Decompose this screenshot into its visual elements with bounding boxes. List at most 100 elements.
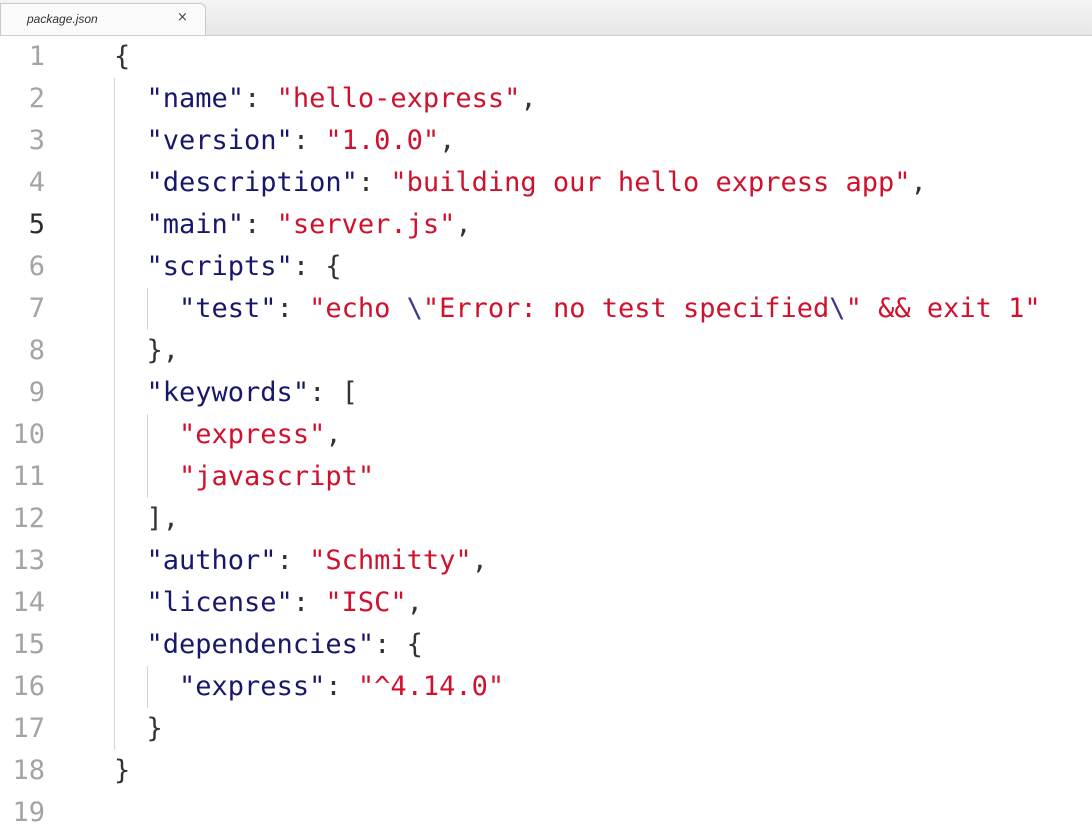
- close-brace: }: [146, 713, 163, 744]
- json-string: "Error: no test specified: [422, 293, 830, 324]
- indent-guide: [114, 414, 115, 456]
- indent-guide: [114, 162, 115, 204]
- json-key: "test": [179, 293, 277, 324]
- indent-guide: [114, 330, 115, 372]
- indent-guide: [114, 204, 115, 246]
- indent-guide: [147, 666, 148, 708]
- line-number: 12: [12, 503, 45, 534]
- code-line: "version": "1.0.0",: [114, 120, 1092, 162]
- key-separator: :: [309, 377, 342, 408]
- comma: ,: [439, 125, 456, 156]
- code-line: "author": "Schmitty",: [114, 540, 1092, 582]
- line-number-gutter: 1 2 3 4 5 6 7 8 9 10 11 12 13 14 15 16 1…: [0, 36, 62, 834]
- code-line-current: "main": "server.js",: [114, 204, 1092, 246]
- open-brace: {: [114, 41, 131, 72]
- code-line: }: [114, 708, 1092, 750]
- line-number: 17: [12, 713, 45, 744]
- open-bracket: [: [341, 377, 358, 408]
- json-key: "version": [146, 125, 293, 156]
- json-key: "express": [179, 671, 326, 702]
- indent-guide: [147, 288, 148, 330]
- line-number: 3: [28, 125, 45, 156]
- escape-char: \: [829, 293, 846, 324]
- key-separator: :: [357, 167, 391, 198]
- tab-title: package.json: [27, 12, 98, 26]
- line-number: 11: [12, 461, 45, 492]
- indent-guide: [114, 456, 115, 498]
- line-number: 1: [28, 41, 45, 72]
- line-number: 13: [12, 545, 45, 576]
- line-number-current: 5: [28, 209, 45, 240]
- code-line: "scripts": {: [114, 246, 1092, 288]
- tab-package-json[interactable]: package.json ×: [0, 3, 206, 35]
- tab-bar: package.json ×: [0, 0, 1092, 36]
- json-string: " && exit 1": [845, 293, 1041, 324]
- code-line: "license": "ISC",: [114, 582, 1092, 624]
- code-line: "name": "hello-express",: [114, 78, 1092, 120]
- code-line: },: [114, 330, 1092, 372]
- indent-guide: [114, 498, 115, 540]
- code-editor[interactable]: 1 2 3 4 5 6 7 8 9 10 11 12 13 14 15 16 1…: [0, 36, 1092, 839]
- indent-guide: [114, 624, 115, 666]
- code-line: "express": "^4.14.0": [114, 666, 1092, 708]
- close-brace: },: [146, 335, 180, 366]
- json-key: "author": [146, 545, 277, 576]
- line-number: 4: [28, 167, 45, 198]
- json-key: "license": [146, 587, 293, 618]
- indent-guide: [114, 288, 115, 330]
- line-number: 18: [12, 755, 45, 786]
- key-separator: :: [244, 209, 277, 240]
- code-line: {: [114, 36, 1092, 78]
- line-number: 10: [12, 419, 45, 450]
- line-number: 16: [12, 671, 45, 702]
- comma: ,: [471, 545, 488, 576]
- code-line: "javascript": [114, 456, 1092, 498]
- key-separator: :: [292, 251, 326, 282]
- indent-guide: [114, 120, 115, 162]
- escape-char: \: [406, 293, 423, 324]
- indent-guide: [114, 372, 115, 414]
- json-string: "^4.14.0": [357, 671, 505, 702]
- line-number: 14: [12, 587, 45, 618]
- indent-guide: [147, 414, 148, 456]
- key-separator: :: [244, 83, 277, 114]
- line-number: 19: [12, 797, 45, 828]
- key-separator: :: [292, 587, 326, 618]
- comma: ,: [325, 419, 342, 450]
- json-string: "express": [179, 419, 326, 450]
- json-key: "keywords": [146, 377, 310, 408]
- indent-guide: [114, 582, 115, 624]
- code-area[interactable]: { "name": "hello-express", "version": "1…: [114, 36, 1092, 834]
- line-number: 9: [28, 377, 45, 408]
- comma: ,: [406, 587, 423, 618]
- comma: ,: [910, 167, 927, 198]
- json-string: "javascript": [179, 461, 375, 492]
- indent-guide: [114, 246, 115, 288]
- key-separator: :: [276, 293, 310, 324]
- json-key: "description": [146, 167, 358, 198]
- indent-guide: [114, 666, 115, 708]
- comma: ,: [455, 209, 472, 240]
- json-string: "1.0.0": [325, 125, 440, 156]
- json-string: "hello-express": [276, 83, 521, 114]
- indent-guide: [114, 708, 115, 750]
- close-brace: }: [114, 755, 131, 786]
- json-string: "ISC": [325, 587, 407, 618]
- indent-guide: [147, 456, 148, 498]
- line-number: 2: [28, 83, 45, 114]
- line-number: 8: [28, 335, 45, 366]
- key-separator: :: [374, 629, 407, 660]
- close-icon[interactable]: ×: [177, 10, 188, 26]
- json-key: "dependencies": [146, 629, 375, 660]
- code-line: "test": "echo \"Error: no test specified…: [114, 288, 1092, 330]
- open-brace: {: [406, 629, 423, 660]
- key-separator: :: [325, 671, 358, 702]
- json-string: "building our hello express app": [390, 167, 911, 198]
- line-number: 6: [28, 251, 45, 282]
- key-separator: :: [292, 125, 326, 156]
- indent-guide: [114, 540, 115, 582]
- key-separator: :: [276, 545, 310, 576]
- code-line: ],: [114, 498, 1092, 540]
- json-key: "name": [146, 83, 245, 114]
